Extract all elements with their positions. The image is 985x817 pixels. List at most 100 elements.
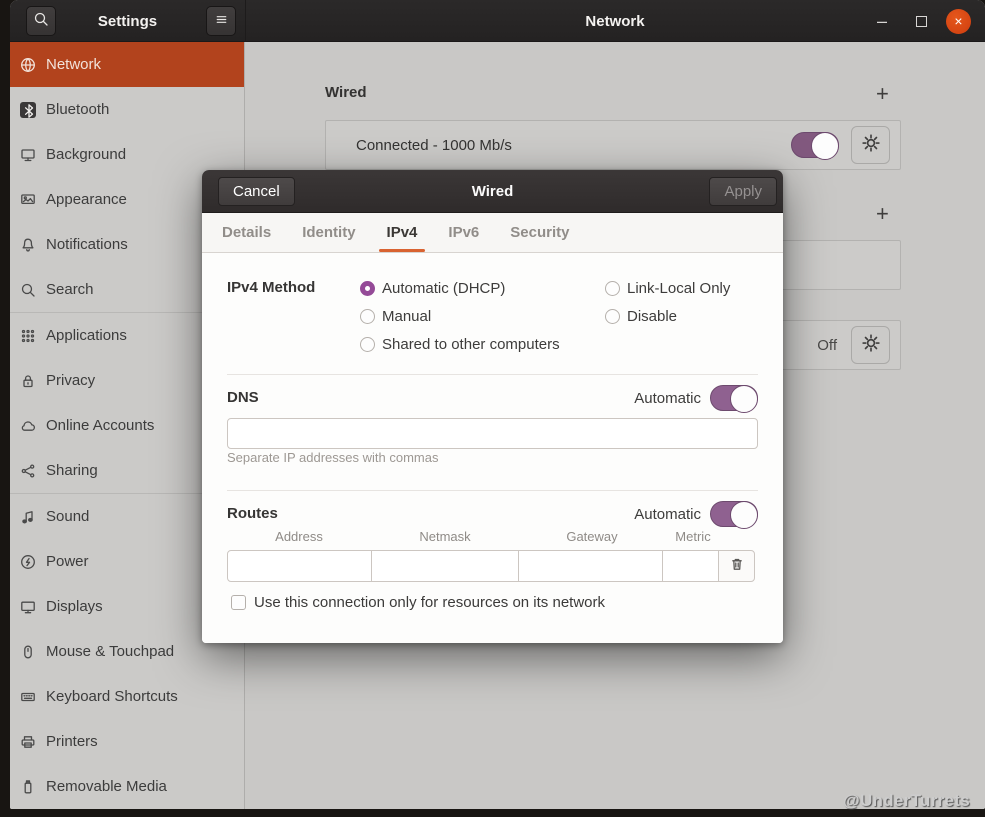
- close-button[interactable]: ×: [946, 0, 971, 42]
- search-icon: [20, 282, 36, 298]
- route-address-input[interactable]: [227, 550, 372, 582]
- menu-button[interactable]: [206, 6, 236, 36]
- sidebar-item-label: Removable Media: [46, 778, 167, 795]
- grid-icon: [20, 328, 36, 344]
- display-icon: [20, 599, 36, 615]
- desktop: Settings Network – × Network Bluetooth B…: [0, 0, 985, 817]
- maximize-button[interactable]: [916, 0, 927, 42]
- media-icon: [20, 779, 36, 795]
- sidebar-item-label: Background: [46, 146, 127, 163]
- sidebar-item-label: Applications: [46, 327, 127, 344]
- printer-icon: [20, 734, 36, 750]
- routes-automatic-label: Automatic: [634, 505, 701, 523]
- ipv4-method-column-1: Automatic (DHCP) Manual Shared to other co…: [360, 274, 560, 358]
- routes-automatic-row: Automatic: [634, 501, 758, 529]
- sidebar-item-label: Keyboard Shortcuts: [46, 688, 178, 705]
- tab-ipv6[interactable]: IPv6: [448, 213, 479, 252]
- tab-identity[interactable]: Identity: [302, 213, 355, 252]
- dns-automatic-toggle[interactable]: [710, 385, 758, 413]
- connection-status: Connected - 1000 Mb/s: [356, 136, 512, 154]
- radio-option-shared-to-other-computers[interactable]: Shared to other computers: [360, 330, 560, 358]
- restrict-connection-checkbox[interactable]: [231, 595, 246, 610]
- routes-row: [227, 550, 758, 582]
- radio-option-link-local-only[interactable]: Link-Local Only: [605, 274, 730, 302]
- routes-column-gateway: Gateway: [566, 529, 618, 544]
- ipv4-method-column-2: Link-Local Only Disable: [605, 274, 730, 330]
- sidebar-item-keyboard-shortcuts[interactable]: Keyboard Shortcuts: [10, 674, 244, 719]
- routes-column-netmask: Netmask: [419, 529, 471, 544]
- section-divider: [227, 490, 758, 491]
- radio-option-manual[interactable]: Manual: [360, 302, 560, 330]
- mouse-icon: [20, 644, 36, 660]
- sidebar-item-label: Appearance: [46, 191, 127, 208]
- wired-settings-button[interactable]: [851, 126, 890, 164]
- globe-icon: [20, 57, 36, 73]
- sidebar-item-label: Search: [46, 281, 94, 298]
- sidebar-item-label: Printers: [46, 733, 98, 750]
- dns-input[interactable]: [227, 418, 758, 449]
- sidebar-item-label: Network: [46, 56, 102, 73]
- dns-label: DNS: [227, 389, 259, 406]
- minimize-button[interactable]: –: [877, 0, 887, 42]
- radio-icon: [360, 308, 375, 324]
- bell-icon: [20, 237, 36, 253]
- keyboard-icon: [20, 689, 36, 705]
- power-icon: [20, 554, 36, 570]
- route-netmask-input[interactable]: [371, 550, 519, 582]
- restrict-connection-label: Use this connection only for resources o…: [254, 594, 605, 611]
- sidebar-item-label: Privacy: [46, 372, 96, 389]
- sidebar-item-label: Online Accounts: [46, 417, 155, 434]
- close-icon: ×: [946, 8, 971, 34]
- radio-label: Automatic (DHCP): [382, 279, 506, 297]
- routes-automatic-toggle[interactable]: [710, 501, 758, 529]
- hamburger-icon: [214, 12, 229, 31]
- lock-icon: [20, 373, 36, 389]
- dns-automatic-row: Automatic: [634, 385, 758, 413]
- routes-column-metric: Metric: [675, 529, 711, 544]
- add-vpn-button[interactable]: +: [876, 203, 889, 225]
- routes-column-address: Address: [275, 529, 323, 544]
- proxy-status: Off: [817, 336, 837, 354]
- sidebar-item-printers[interactable]: Printers: [10, 719, 244, 764]
- ipv4-method-label: IPv4 Method: [227, 279, 316, 296]
- maximize-icon: [916, 15, 927, 27]
- sidebar-item-network[interactable]: Network: [10, 42, 244, 87]
- radio-option-disable[interactable]: Disable: [605, 302, 730, 330]
- radio-icon: [605, 308, 620, 324]
- wired-dialog: Wired Cancel Apply Details Identity IPv4 IP…: [202, 170, 783, 643]
- radio-icon: [360, 336, 375, 352]
- sidebar-item-label: Sound: [46, 508, 90, 525]
- page-title: Network: [585, 12, 645, 30]
- section-divider: [227, 374, 758, 375]
- tab-ipv4[interactable]: IPv4: [378, 213, 426, 252]
- proxy-settings-button[interactable]: [851, 326, 890, 364]
- add-wired-connection-button[interactable]: +: [876, 83, 889, 105]
- wired-connection-row[interactable]: Connected - 1000 Mb/s: [325, 120, 901, 170]
- delete-route-button[interactable]: [718, 550, 755, 582]
- radio-label: Link-Local Only: [627, 279, 731, 297]
- tab-details[interactable]: Details: [222, 213, 271, 252]
- note-icon: [20, 509, 36, 525]
- sidebar-item-label: Displays: [46, 598, 103, 615]
- tab-security[interactable]: Security: [510, 213, 569, 252]
- appearance-icon: [20, 192, 36, 208]
- route-metric-input[interactable]: [662, 550, 719, 582]
- sidebar-item-removable-media[interactable]: Removable Media: [10, 764, 244, 809]
- wired-toggle[interactable]: [791, 132, 839, 160]
- dialog-header: Wired Cancel Apply: [202, 170, 783, 213]
- restrict-connection-row: Use this connection only for resources o…: [231, 594, 605, 611]
- radio-option-automatic-dhcp[interactable]: Automatic (DHCP): [360, 274, 560, 302]
- sidebar-item-bluetooth[interactable]: Bluetooth: [10, 87, 244, 132]
- gear-icon: [861, 333, 881, 357]
- route-gateway-input[interactable]: [518, 550, 663, 582]
- bluetooth-icon: [20, 101, 36, 118]
- dns-hint: Separate IP addresses with commas: [227, 450, 439, 465]
- sidebar-item-label: Notifications: [46, 236, 128, 253]
- apply-button[interactable]: Apply: [709, 177, 777, 206]
- wired-section-title: Wired: [325, 84, 367, 101]
- gear-icon: [861, 133, 881, 157]
- titlebar: Settings Network – ×: [10, 0, 985, 42]
- share-icon: [20, 463, 36, 479]
- radio-icon: [605, 280, 620, 296]
- cancel-button[interactable]: Cancel: [218, 177, 295, 206]
